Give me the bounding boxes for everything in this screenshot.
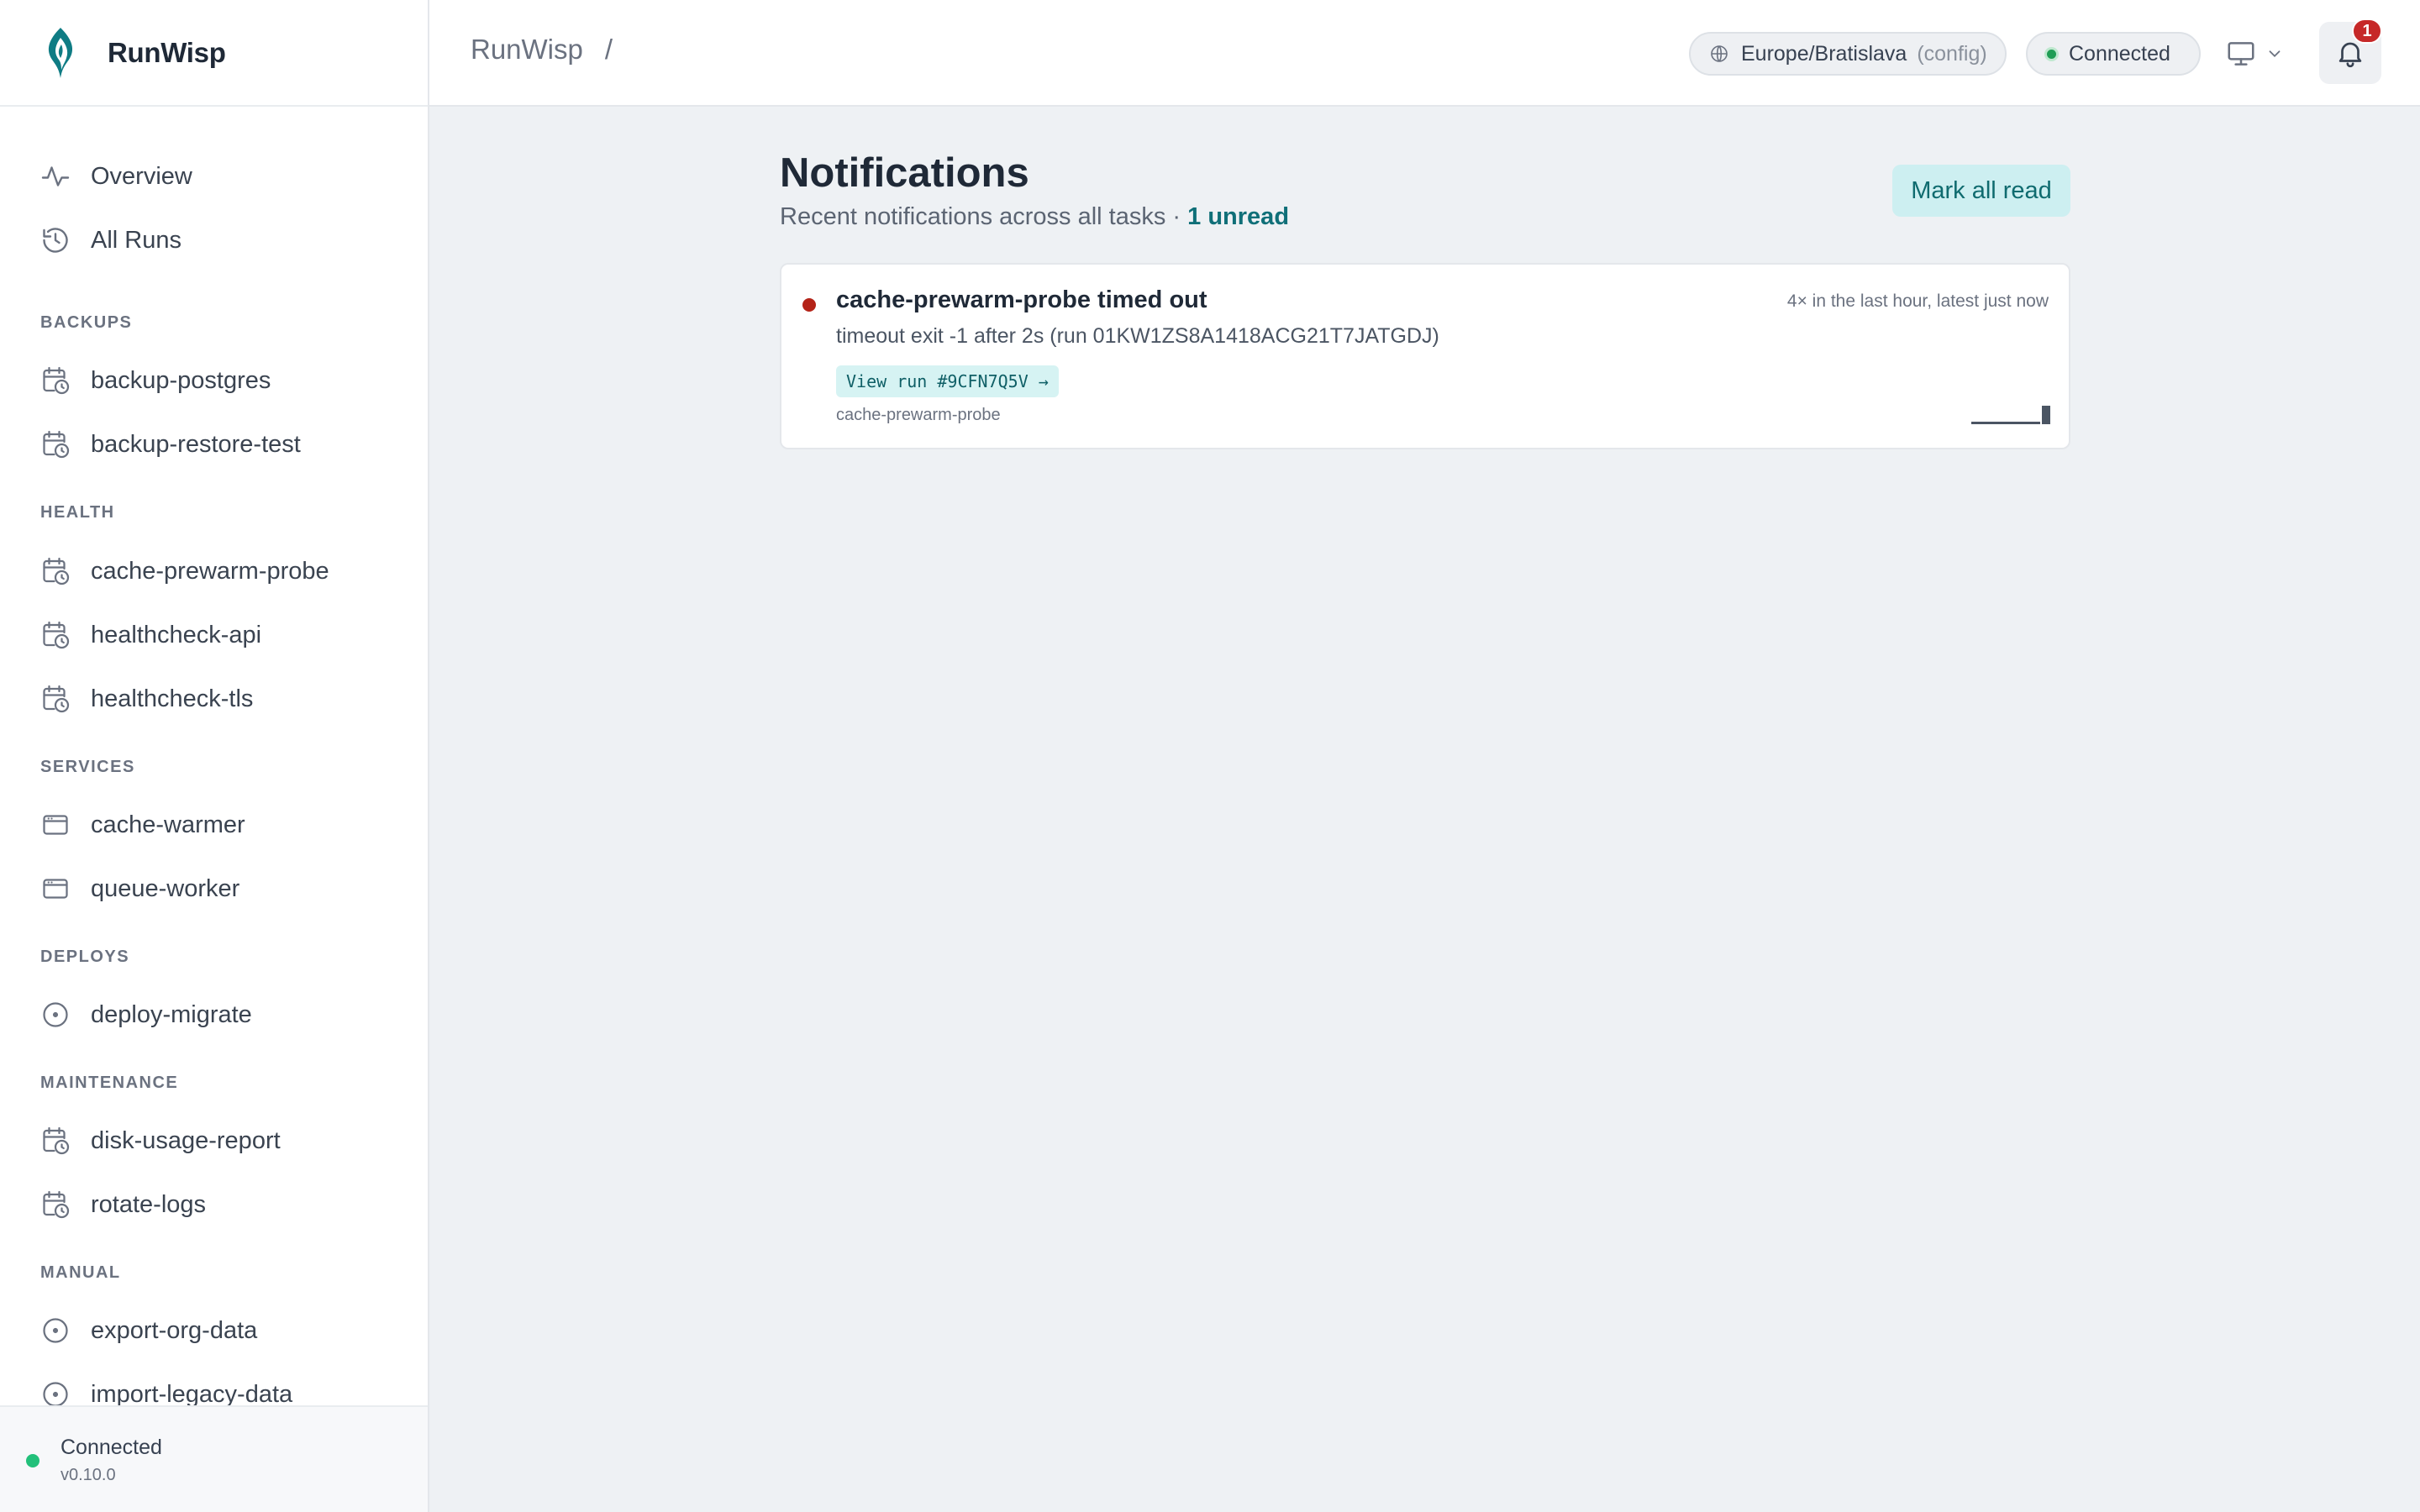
sidebar-item-cache-warmer[interactable]: cache-warmer bbox=[40, 804, 245, 846]
notification-frequency: 4× in the last hour, latest just now bbox=[1786, 291, 2049, 311]
notification-card[interactable]: cache-prewarm-probe timed out 4× in the … bbox=[780, 263, 2070, 449]
timezone-pill[interactable]: Europe/Bratislava (config) bbox=[1689, 32, 2007, 76]
sidebar-item-rotate-logs[interactable]: rotate-logs bbox=[40, 1184, 206, 1226]
view-run-link[interactable]: View run #9CFN7Q5V → bbox=[836, 365, 1059, 397]
sidebar-item-label: disk-usage-report bbox=[91, 1126, 281, 1154]
window-icon bbox=[40, 874, 71, 904]
sidebar-item-label: rotate-logs bbox=[91, 1190, 207, 1218]
mark-all-read-button[interactable]: Mark all read bbox=[1892, 165, 2070, 217]
sidebar-item-healthcheck-api[interactable]: healthcheck-api bbox=[40, 614, 261, 656]
sidebar-item-label: healthcheck-tls bbox=[91, 685, 254, 712]
connection-label: Connected bbox=[2069, 41, 2170, 66]
sidebar-item-label: export-org-data bbox=[91, 1316, 258, 1344]
sidebar-item-label: All Runs bbox=[91, 226, 182, 254]
calendar-clock-icon bbox=[40, 1126, 71, 1156]
sidebar-item-export-org-data[interactable]: export-org-data bbox=[40, 1310, 257, 1352]
circle-dot-icon bbox=[40, 1315, 71, 1346]
sidebar-item-label: healthcheck-api bbox=[91, 621, 262, 648]
notification-title: cache-prewarm-probe timed out bbox=[836, 286, 1207, 313]
section-heading-backups: BACKUPS bbox=[40, 313, 133, 332]
section-heading-deploys: DEPLOYS bbox=[40, 948, 130, 966]
brand[interactable]: RunWisp bbox=[0, 0, 428, 107]
connection-pill: Connected bbox=[2026, 32, 2201, 76]
section-heading-manual: MANUAL bbox=[40, 1263, 121, 1282]
subtitle-text: Recent notifications across all tasks · bbox=[780, 203, 1181, 230]
sidebar-item-label: deploy-migrate bbox=[91, 1000, 252, 1028]
calendar-clock-icon bbox=[40, 556, 71, 586]
timezone-label: Europe/Bratislava bbox=[1741, 41, 1907, 66]
breadcrumb-root[interactable]: RunWisp bbox=[471, 34, 583, 66]
sparkline-bar bbox=[2042, 406, 2050, 424]
circle-dot-icon bbox=[40, 1000, 71, 1030]
sidebar-item-healthcheck-tls[interactable]: healthcheck-tls bbox=[40, 678, 253, 720]
sidebar-item-backup-restore-test[interactable]: backup-restore-test bbox=[40, 423, 301, 465]
sidebar-item-deploy-migrate[interactable]: deploy-migrate bbox=[40, 994, 252, 1036]
calendar-clock-icon bbox=[40, 684, 71, 714]
calendar-clock-icon bbox=[40, 1189, 71, 1220]
section-heading-services: SERVICES bbox=[40, 758, 135, 776]
sidebar-item-disk-usage-report[interactable]: disk-usage-report bbox=[40, 1120, 281, 1162]
circle-dot-icon bbox=[40, 1379, 71, 1405]
sparkline-baseline bbox=[1971, 422, 2040, 424]
sidebar-item-label: queue-worker bbox=[91, 874, 240, 902]
timezone-source: (config) bbox=[1917, 41, 1987, 66]
sidebar-item-overview[interactable]: Overview bbox=[40, 155, 192, 197]
brand-name: RunWisp bbox=[108, 36, 226, 68]
sidebar-item-label: backup-postgres bbox=[91, 366, 271, 394]
sidebar-footer: Connected v0.10.0 bbox=[0, 1405, 428, 1512]
runwisp-logo-icon bbox=[48, 27, 73, 78]
sidebar-item-all-runs[interactable]: All Runs bbox=[40, 219, 182, 261]
sidebar-item-import-legacy-data[interactable]: import-legacy-data bbox=[40, 1373, 292, 1405]
calendar-clock-icon bbox=[40, 429, 71, 459]
notification-task-name: cache-prewarm-probe bbox=[836, 406, 1001, 424]
window-icon bbox=[40, 810, 71, 840]
breadcrumb-separator: / bbox=[604, 34, 613, 65]
history-icon bbox=[40, 225, 71, 255]
sidebar: RunWisp Overview All Runs BACKUPS backup… bbox=[0, 0, 429, 1512]
breadcrumb: RunWisp / bbox=[471, 34, 613, 66]
chevron-down-icon bbox=[2269, 50, 2281, 58]
notification-message: timeout exit -1 after 2s (run 01KW1ZS8A1… bbox=[836, 324, 1439, 348]
sidebar-item-backup-postgres[interactable]: backup-postgres bbox=[40, 360, 271, 402]
notification-count-badge: 1 bbox=[2352, 18, 2382, 44]
top-bar: RunWisp / Europe/Bratislava (config) Con… bbox=[429, 0, 2420, 107]
sidebar-item-label: backup-restore-test bbox=[91, 430, 301, 458]
app-version: v0.10.0 bbox=[60, 1466, 116, 1484]
connection-status-text: Connected bbox=[60, 1436, 162, 1459]
sidebar-item-label: Overview bbox=[91, 162, 192, 190]
section-heading-health: HEALTH bbox=[40, 503, 115, 522]
section-heading-maintenance: MAINTENANCE bbox=[40, 1074, 179, 1092]
sidebar-item-queue-worker[interactable]: queue-worker bbox=[40, 868, 239, 910]
unread-count: 1 unread bbox=[1187, 203, 1290, 230]
page-subtitle: Recent notifications across all tasks · … bbox=[780, 203, 1289, 231]
occurrence-sparkline bbox=[1971, 404, 2050, 426]
sidebar-item-label: cache-warmer bbox=[91, 811, 245, 838]
calendar-clock-icon bbox=[40, 365, 71, 396]
activity-icon bbox=[40, 161, 71, 192]
globe-icon bbox=[1711, 45, 1728, 62]
connection-dot bbox=[2044, 46, 2059, 61]
sidebar-item-label: cache-prewarm-probe bbox=[91, 557, 329, 585]
display-mode-dropdown[interactable] bbox=[2225, 34, 2292, 74]
sidebar-item-cache-prewarm-probe[interactable]: cache-prewarm-probe bbox=[40, 550, 329, 592]
page-title: Notifications bbox=[780, 150, 1029, 196]
unread-indicator bbox=[802, 298, 816, 312]
connection-status-dot bbox=[26, 1454, 39, 1467]
monitor-icon bbox=[2228, 42, 2254, 66]
sidebar-nav: Overview All Runs BACKUPS backup-postgre… bbox=[0, 107, 428, 1405]
sidebar-item-label: import-legacy-data bbox=[91, 1380, 293, 1406]
calendar-clock-icon bbox=[40, 620, 71, 650]
